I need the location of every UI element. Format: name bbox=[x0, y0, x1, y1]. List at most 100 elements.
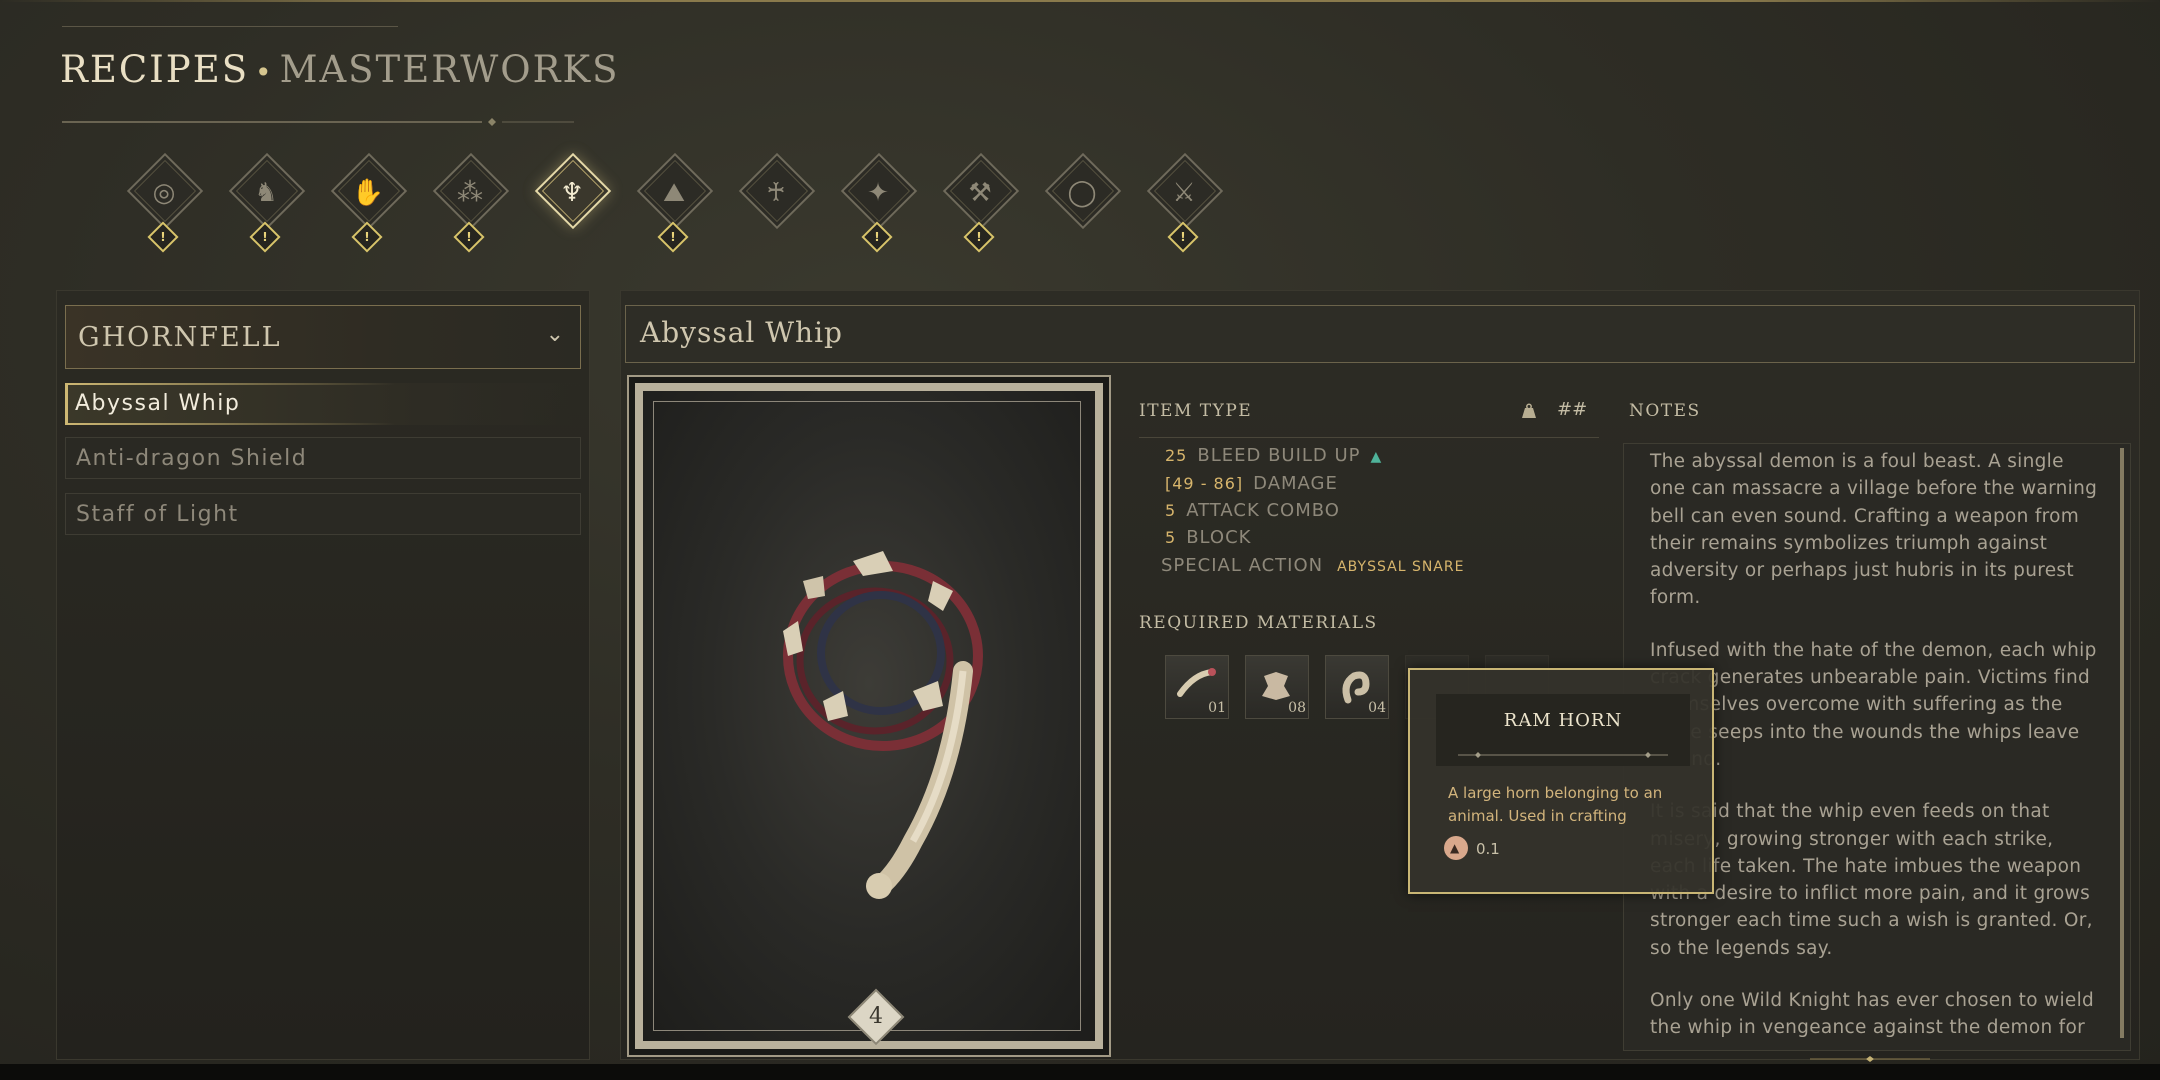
category-tab-staff[interactable]: ♰ bbox=[736, 152, 816, 252]
warning-icon: ! bbox=[657, 221, 689, 253]
notes-paragraph: Only one Wild Knight has ever chosen to … bbox=[1650, 990, 2095, 1039]
hash-label: ## bbox=[1557, 399, 1588, 420]
armor-icon: ⛰ bbox=[663, 178, 685, 208]
notes-header: NOTES bbox=[1629, 401, 1701, 421]
item-type-header: ITEM TYPE bbox=[1139, 401, 1253, 421]
shield-icon: ◎ bbox=[152, 178, 176, 208]
title-ornament bbox=[62, 118, 574, 126]
warning-icon: ! bbox=[861, 221, 893, 253]
notes-paragraph: Infused with the hate of the demon, each… bbox=[1650, 639, 2097, 770]
gloves-icon: ✋ bbox=[351, 178, 385, 208]
weight-icon: ▲ bbox=[1444, 836, 1468, 860]
header-rule bbox=[62, 26, 398, 27]
recipe-detail-panel: Abyssal Whip 4 ITEM TYPE ## 25 BLEED BUI… bbox=[620, 290, 2140, 1060]
warning-mark: ! bbox=[874, 230, 880, 244]
ring-icon: ◯ bbox=[1067, 178, 1097, 208]
bottom-bar bbox=[0, 1064, 2160, 1080]
tooltip-header: RAM HORN bbox=[1436, 694, 1690, 766]
tooltip-description: A large horn belonging to an animal. Use… bbox=[1448, 784, 1663, 825]
page-title: RECIPES • MASTERWORKS bbox=[60, 48, 619, 91]
selected-edge bbox=[65, 383, 68, 425]
recipe-item-abyssal-whip[interactable]: Abyssal Whip bbox=[65, 383, 581, 425]
warning-mark: ! bbox=[160, 230, 166, 244]
category-tab-boots[interactable]: ⁂! bbox=[430, 152, 510, 253]
warning-icon: ! bbox=[1167, 221, 1199, 253]
item-name: Abyssal Whip bbox=[640, 316, 843, 349]
material-slot-hide[interactable]: 08 bbox=[1245, 655, 1309, 719]
material-slot-ram-horn[interactable]: 04 bbox=[1325, 655, 1389, 719]
tooltip-title: RAM HORN bbox=[1503, 710, 1623, 731]
item-card-inner: 4 bbox=[635, 383, 1103, 1049]
category-tab-axe[interactable]: ⚔! bbox=[1144, 152, 1224, 253]
spark-icon: ✦ bbox=[867, 178, 889, 208]
category-tab-spark[interactable]: ✦! bbox=[838, 152, 918, 253]
warning-icon: ! bbox=[351, 221, 383, 253]
required-materials-header: REQUIRED MATERIALS bbox=[1139, 613, 1378, 633]
chevron-down-icon: ⌄ bbox=[545, 322, 564, 347]
tooltip-ornament bbox=[1458, 752, 1668, 758]
stat-number: 5 bbox=[1165, 501, 1177, 520]
item-title-bar: Abyssal Whip bbox=[625, 305, 2135, 363]
bottom-ornament bbox=[1810, 1056, 1930, 1062]
weight-icon bbox=[1522, 403, 1536, 418]
warning-icon: ! bbox=[963, 221, 995, 253]
boots-icon: ⁂ bbox=[457, 178, 483, 208]
axe-icon: ⚔ bbox=[1172, 178, 1196, 208]
stat-label: BLEED BUILD UP bbox=[1197, 445, 1361, 466]
warning-icon: ! bbox=[147, 221, 179, 253]
warning-mark: ! bbox=[364, 230, 370, 244]
pickaxe-icon: ⚒ bbox=[968, 178, 992, 208]
notes-paragraph: The abyssal demon is a foul beast. A sin… bbox=[1650, 451, 2098, 609]
region-label: GHORNFELL bbox=[78, 322, 282, 353]
warning-mark: ! bbox=[466, 230, 472, 244]
category-tab-whip[interactable]: ♆ bbox=[532, 152, 612, 252]
recipe-label: Anti-dragon Shield bbox=[76, 446, 308, 471]
whip-icon: ♆ bbox=[560, 178, 584, 208]
item-type-rule bbox=[1139, 437, 1599, 438]
staff-icon: ♰ bbox=[766, 178, 786, 208]
warning-mark: ! bbox=[670, 230, 676, 244]
recipe-label: Staff of Light bbox=[76, 502, 239, 527]
category-tab-shield[interactable]: ◎! bbox=[124, 152, 204, 253]
stat-number: 25 bbox=[1165, 446, 1188, 465]
category-tab-gloves[interactable]: ✋! bbox=[328, 152, 408, 253]
stat-number: [49 - 86] bbox=[1165, 474, 1244, 493]
recipe-label: Abyssal Whip bbox=[75, 391, 241, 416]
tooltip-weight: 0.1 bbox=[1476, 840, 1500, 858]
stat-up-icon: ▲ bbox=[1370, 449, 1383, 465]
category-tabs: ◎! ♞! ✋! ⁂! ♆ ⛰! ♰ ✦! ⚒! ◯ ⚔! bbox=[124, 152, 1244, 253]
title-recipes: RECIPES bbox=[60, 48, 250, 91]
tier-value: 4 bbox=[869, 1004, 883, 1029]
material-count: 01 bbox=[1208, 700, 1226, 716]
stat-label: BLOCK bbox=[1186, 527, 1252, 548]
stat-label: ATTACK COMBO bbox=[1186, 500, 1340, 521]
stat-block: 5 BLOCK bbox=[1165, 527, 1251, 548]
item-card: 4 bbox=[627, 375, 1111, 1057]
category-tab-helmet[interactable]: ♞! bbox=[226, 152, 306, 253]
recipe-list-panel: GHORNFELL ⌄ Abyssal Whip Anti-dragon Shi… bbox=[56, 290, 590, 1060]
abyssal-whip-icon bbox=[783, 551, 983, 899]
title-separator: • bbox=[255, 56, 274, 89]
stat-special-action: SPECIAL ACTION ABYSSAL SNARE bbox=[1161, 555, 1464, 576]
category-tab-pickaxe[interactable]: ⚒! bbox=[940, 152, 1020, 253]
stat-bleed-build-up: 25 BLEED BUILD UP ▲ bbox=[1165, 445, 1382, 466]
material-slot-bone[interactable]: 01 bbox=[1165, 655, 1229, 719]
warning-mark: ! bbox=[262, 230, 268, 244]
recipe-item-staff-of-light[interactable]: Staff of Light bbox=[65, 493, 581, 535]
recipe-item-anti-dragon-shield[interactable]: Anti-dragon Shield bbox=[65, 437, 581, 479]
region-dropdown[interactable]: GHORNFELL ⌄ bbox=[65, 305, 581, 369]
warning-mark: ! bbox=[1180, 230, 1186, 244]
material-count: 04 bbox=[1368, 700, 1386, 716]
notes-scrollbar[interactable] bbox=[2120, 448, 2124, 1038]
special-action-label: SPECIAL ACTION bbox=[1161, 555, 1324, 576]
category-tab-armor[interactable]: ⛰! bbox=[634, 152, 714, 253]
helmet-icon: ♞ bbox=[254, 178, 278, 208]
stat-attack-combo: 5 ATTACK COMBO bbox=[1165, 500, 1340, 521]
material-count: 08 bbox=[1288, 700, 1306, 716]
top-border bbox=[0, 0, 2160, 2]
category-tab-ring[interactable]: ◯ bbox=[1042, 152, 1122, 252]
warning-icon: ! bbox=[249, 221, 281, 253]
warning-icon: ! bbox=[453, 221, 485, 253]
stat-number: 5 bbox=[1165, 528, 1177, 547]
notes-paragraph: It is said that the whip even feeds on t… bbox=[1650, 801, 2093, 959]
